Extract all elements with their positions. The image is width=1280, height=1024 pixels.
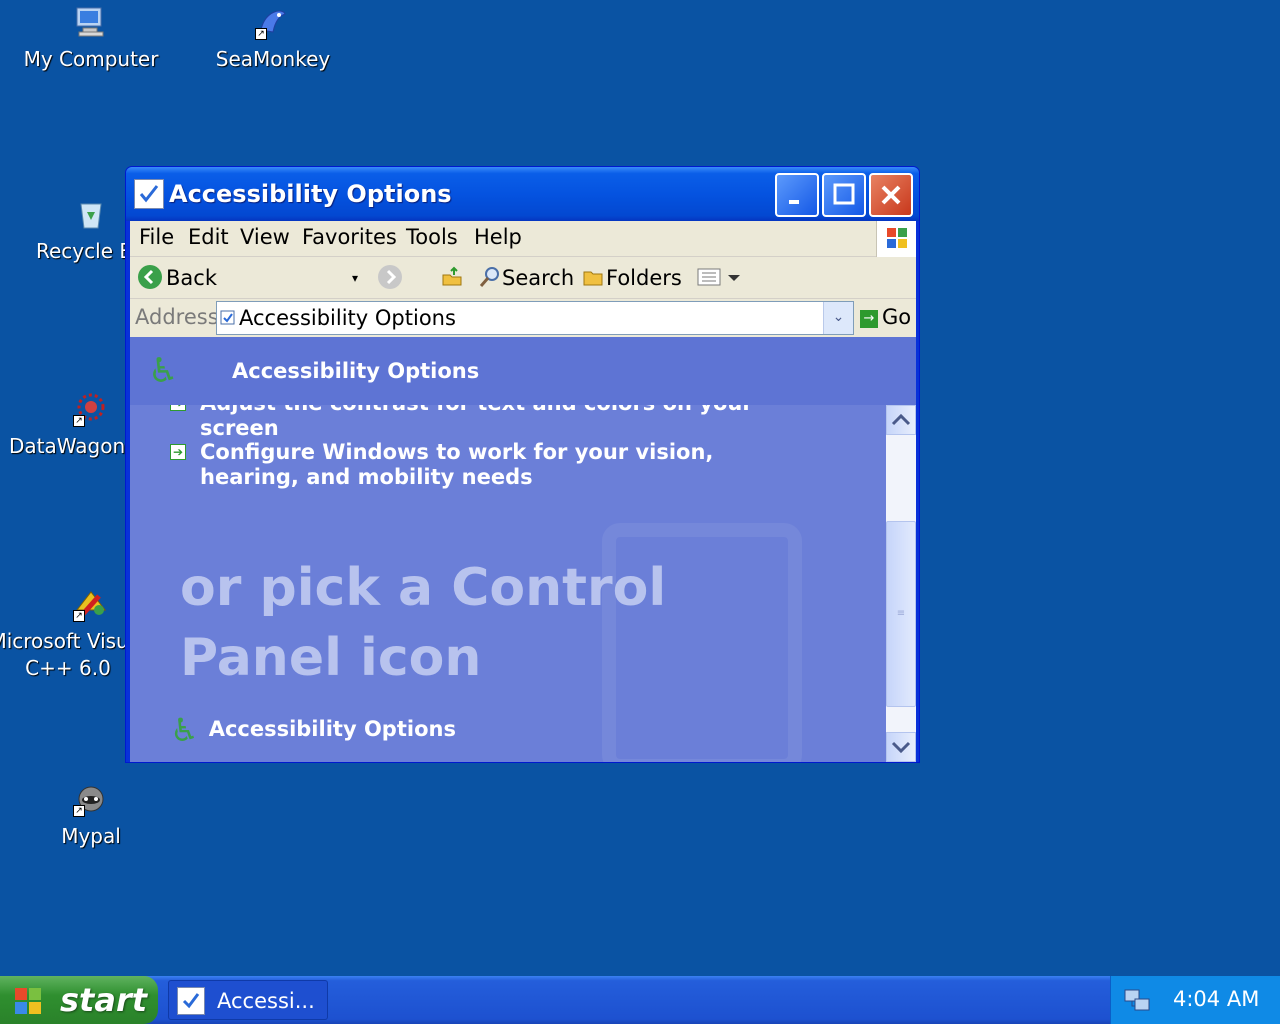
- desktop-icon-datawagon[interactable]: ↗ DataWagon: [0, 391, 126, 460]
- task-link-label: Adjust the contrast for text and colors …: [200, 405, 753, 440]
- window-title: Accessibility Options: [169, 180, 452, 208]
- control-panel-icon: [134, 179, 164, 209]
- minimize-button[interactable]: [775, 173, 819, 217]
- menu-file[interactable]: File: [139, 225, 174, 249]
- taskbar: start Accessi... 4:04 AM: [0, 976, 1280, 1024]
- go-arrow-icon: →: [860, 310, 878, 328]
- forward-arrow-icon: [378, 265, 402, 289]
- pick-icon-heading: or pick a Control Panel icon: [180, 558, 667, 688]
- back-dropdown-icon[interactable]: ▾: [352, 271, 358, 285]
- visual-cpp-icon: ↗: [73, 586, 109, 622]
- address-value: Accessibility Options: [239, 306, 456, 330]
- task-arrow-icon: ➔: [170, 405, 186, 411]
- desktop-icon-label: SeaMonkey: [215, 47, 331, 71]
- desktop-icon-mypal[interactable]: ↗ Mypal: [11, 781, 171, 850]
- cp-item-label: Accessibility Options: [208, 717, 456, 741]
- network-icon[interactable]: [1123, 986, 1151, 1014]
- menu-favorites[interactable]: Favorites: [302, 225, 397, 249]
- address-label: Address: [135, 305, 219, 329]
- folders-label: Folders: [606, 266, 682, 290]
- desktop-icon-recycle-bin[interactable]: Recycle Bin: [11, 196, 127, 265]
- datawagon-icon: ↗: [73, 391, 109, 427]
- back-button[interactable]: Back: [138, 265, 217, 290]
- taskbar-button-label: Accessi...: [217, 989, 315, 1013]
- desktop-icon-my-computer[interactable]: My Computer: [11, 4, 171, 73]
- task-link-configure-windows[interactable]: ➔ Configure Windows to work for your vis…: [170, 440, 810, 490]
- seamonkey-icon: ↗: [255, 4, 291, 40]
- views-button[interactable]: [696, 265, 746, 294]
- go-label: Go: [882, 305, 912, 329]
- address-dropdown-icon[interactable]: ⌄: [823, 302, 853, 334]
- desktop-icon-label: Mypal: [61, 824, 121, 848]
- menu-help[interactable]: Help: [474, 225, 522, 249]
- forward-button[interactable]: [378, 265, 406, 290]
- task-link-adjust-contrast[interactable]: ➔ Adjust the contrast for text and color…: [170, 405, 810, 441]
- address-field[interactable]: Accessibility Options ⌄: [216, 301, 854, 335]
- recycle-bin-icon: [73, 196, 109, 232]
- standard-toolbar: Back ▾ Search Folders: [130, 257, 916, 299]
- go-button[interactable]: → Go: [860, 305, 911, 329]
- taskbar-button-accessibility-options[interactable]: Accessi...: [168, 980, 328, 1020]
- scroll-down-button[interactable]: [886, 732, 916, 762]
- computer-icon: [73, 4, 109, 40]
- content-pane: ♿ Accessibility Options ➔ Adjust the con…: [130, 337, 916, 762]
- back-label: Back: [166, 266, 217, 290]
- desktop-icon-label: My Computer: [23, 47, 159, 71]
- mypal-icon: ↗: [73, 781, 109, 817]
- close-button[interactable]: [869, 173, 913, 217]
- up-folder-icon: [442, 266, 462, 286]
- chevron-down-icon: [891, 741, 911, 754]
- desktop-icon-seamonkey[interactable]: ↗ SeaMonkey: [193, 4, 353, 73]
- scroll-thumb[interactable]: ≡: [886, 521, 916, 707]
- task-arrow-icon: ➔: [170, 444, 186, 460]
- accessibility-options-window[interactable]: Accessibility Options File Edit View Fav…: [125, 166, 920, 763]
- scroll-up-button[interactable]: [886, 405, 916, 435]
- views-icon: [697, 268, 740, 286]
- task-link-label: Configure Windows to work for your visio…: [200, 440, 714, 489]
- search-button[interactable]: Search: [478, 265, 574, 290]
- up-folder-button[interactable]: [440, 265, 464, 294]
- windows-logo-icon: [876, 221, 916, 257]
- content-header: ♿ Accessibility Options: [130, 337, 916, 405]
- content-header-title: Accessibility Options: [232, 359, 480, 383]
- control-panel-icon: [220, 310, 235, 325]
- start-button[interactable]: start: [0, 976, 158, 1024]
- back-arrow-icon: [138, 265, 162, 289]
- task-scroll-area[interactable]: ➔ Adjust the contrast for text and color…: [130, 405, 886, 762]
- menu-tools[interactable]: Tools: [406, 225, 458, 249]
- clock[interactable]: 4:04 AM: [1173, 987, 1259, 1011]
- desktop-icon-label: Microsoft Visual C++ 6.0: [0, 629, 126, 680]
- vertical-scrollbar[interactable]: ≡: [886, 405, 916, 762]
- start-label: start: [60, 981, 148, 1019]
- windows-logo-icon: [12, 984, 44, 1016]
- folders-button[interactable]: Folders: [582, 265, 682, 290]
- system-tray: 4:04 AM: [1110, 976, 1280, 1024]
- control-panel-icon: [177, 987, 205, 1015]
- search-label: Search: [502, 266, 575, 290]
- search-icon: [479, 267, 499, 287]
- window-titlebar[interactable]: Accessibility Options: [126, 167, 919, 221]
- chevron-up-icon: [891, 413, 911, 426]
- shortcut-arrow-icon: ↗: [73, 805, 85, 817]
- shortcut-arrow-icon: ↗: [73, 610, 85, 622]
- accessibility-icon: ♿: [170, 711, 199, 749]
- menu-view[interactable]: View: [240, 225, 290, 249]
- menu-edit[interactable]: Edit: [188, 225, 229, 249]
- desktop-icon-label: Recycle Bin: [36, 239, 127, 263]
- shortcut-arrow-icon: ↗: [73, 415, 85, 427]
- address-bar: Address Accessibility Options ⌄ → Go: [130, 299, 916, 337]
- accessibility-icon: ♿: [148, 351, 179, 391]
- cp-item-accessibility-options[interactable]: ♿ Accessibility Options: [170, 711, 456, 749]
- folders-icon: [583, 271, 603, 286]
- maximize-button[interactable]: [822, 173, 866, 217]
- desktop-icon-visual-cpp[interactable]: ↗ Microsoft Visual C++ 6.0: [0, 586, 126, 682]
- shortcut-arrow-icon: ↗: [255, 28, 267, 40]
- desktop-icon-label: DataWagon: [9, 434, 126, 458]
- menu-bar: File Edit View Favorites Tools Help: [130, 221, 916, 257]
